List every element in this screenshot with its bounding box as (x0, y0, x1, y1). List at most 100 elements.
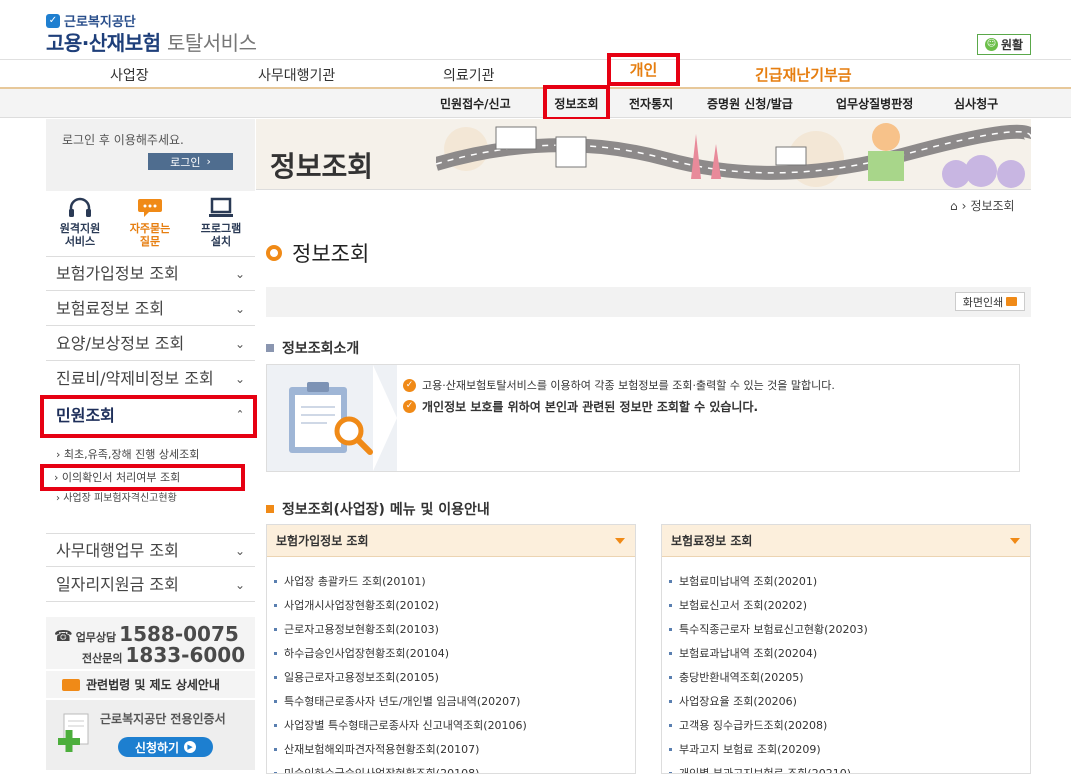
monitor-icon (209, 197, 233, 217)
page-banner: 정보조회 (256, 119, 1031, 190)
sidebar-menu-medical-compensation[interactable]: 요양/보상정보 조회 ⌄ (46, 327, 255, 361)
breadcrumb-separator: › (961, 198, 967, 213)
caret-down-icon (1010, 538, 1020, 544)
list-item-label: 특수형태근로종사자 년도/개인별 임금내역(20207) (284, 695, 521, 708)
list-item[interactable]: 개인별 부과고지보험료 조회(20210) (662, 761, 1030, 774)
dot-bullet-icon (274, 603, 277, 607)
certificate-icon (58, 713, 89, 752)
list-item[interactable]: 특수형태근로종사자 년도/개인별 임금내역(20207) (267, 689, 635, 713)
sidebar-menu-agency-work[interactable]: 사무대행업무 조회 ⌄ (46, 533, 255, 567)
quick-link-remote-support[interactable]: 원격지원 서비스 (50, 197, 110, 248)
sidebar-menu-label: 요양/보상정보 조회 (56, 334, 185, 353)
list-item[interactable]: 미승인하수급승인사업장현황조회(20108) (267, 761, 635, 773)
sidebar-menu-medical-fee[interactable]: 진료비/약제비정보 조회 ⌄ (46, 362, 255, 396)
list-item[interactable]: 사업개시사업장현황조회(20102) (267, 593, 635, 617)
gnb-item-personal[interactable]: 개인 (607, 53, 680, 86)
list-item-label: 부과고지 보험료 조회(20209) (679, 743, 821, 756)
sublink-label: 최초,유족,장해 진행 상세조회 (63, 448, 200, 461)
panel-header[interactable]: 보험가입정보 조회 (267, 525, 635, 557)
quick-link-program-install[interactable]: 프로그램 설치 (191, 197, 251, 248)
arrow-right-icon: › (206, 155, 211, 168)
list-item[interactable]: 하수급승인사업장현황조회(20104) (267, 641, 635, 665)
list-item[interactable]: 산재보험해외파견자적용현황조회(20107) (267, 737, 635, 761)
certificate-apply-label: 신청하기 (134, 740, 180, 755)
sidebar-menu-civil-inquiry[interactable]: 민원조회 ˆ (40, 395, 257, 438)
list-item-label: 충당반환내역조회(20205) (679, 671, 804, 684)
easy-view-button[interactable]: ☺ 원활 (977, 34, 1031, 55)
quick-link-label: 질문 (139, 235, 161, 248)
intro-illustration (267, 365, 397, 471)
sidebar-menu-label: 일자리지원금 조회 (56, 575, 179, 594)
contact-it: 전산문의 1833-6000 (82, 643, 245, 667)
dot-bullet-icon (669, 747, 672, 751)
clipboard-search-icon (289, 365, 397, 471)
list-item-label: 개인별 부과고지보험료 조회(20210) (679, 767, 852, 774)
sidebar-menu-premium[interactable]: 보험료정보 조회 ⌄ (46, 292, 255, 326)
subnav-item-civil-petition[interactable]: 민원접수/신고 (440, 95, 511, 112)
quick-link-label: 설치 (210, 235, 232, 248)
list-item[interactable]: 사업장 총괄카드 조회(20101) (267, 569, 635, 593)
subnav-item-info-inquiry[interactable]: 정보조회 (543, 85, 610, 121)
certificate-apply-button[interactable]: 신청하기 ▶ (118, 737, 213, 757)
banner-illustration (436, 123, 1031, 188)
login-prompt: 로그인 후 이용해주세요. (62, 133, 184, 147)
list-item[interactable]: 고객용 징수급카드조회(20208) (662, 713, 1030, 737)
panel-insurance-enrollment: 보험가입정보 조회 사업장 총괄카드 조회(20101) 사업개시사업장현황조회… (266, 524, 636, 774)
dot-bullet-icon (669, 699, 672, 703)
play-circle-icon: ▶ (184, 741, 197, 753)
menu-guide-heading-text: 정보조회(사업장) 메뉴 및 이용안내 (282, 502, 490, 518)
dot-bullet-icon (669, 723, 672, 727)
panel-premium: 보험료정보 조회 보험료미납내역 조회(20201) 보험료신고서 조회(202… (661, 524, 1031, 774)
sidebar-menu-job-subsidy[interactable]: 일자리지원금 조회 ⌄ (46, 568, 255, 602)
dot-bullet-icon (669, 603, 672, 607)
intro-bullet-text: 고용·산재보험토탈서비스를 이용하여 각종 보험정보를 조회·출력할 수 있는 … (422, 379, 835, 392)
sidebar-menu-label: 보험가입정보 조회 (56, 264, 179, 283)
sidebar-sublink-workplace-insured[interactable]: › 사업장 피보험자격신고현황 (56, 489, 177, 504)
list-item[interactable]: 일용근로자고용정보조회(20105) (267, 665, 635, 689)
list-item-label: 보험료과납내역 조회(20204) (679, 647, 818, 660)
list-item-label: 보험료미납내역 조회(20201) (679, 575, 818, 588)
gnb-item-agency[interactable]: 사무대행기관 (258, 65, 335, 85)
gnb-item-medical[interactable]: 의료기관 (443, 65, 495, 85)
law-guide-label: 관련법령 및 제도 상세안내 (86, 678, 220, 692)
chevron-down-icon: ⌄ (234, 578, 245, 592)
login-button-label: 로그인 (170, 155, 201, 169)
list-item[interactable]: 보험료신고서 조회(20202) (662, 593, 1030, 617)
home-icon[interactable]: ⌂ (950, 199, 958, 213)
subnav-item-disease-judgment[interactable]: 업무상질병판정 (836, 95, 913, 112)
list-item-label: 하수급승인사업장현황조회(20104) (284, 647, 450, 660)
sidebar-sublink-objection-status[interactable]: › 이의확인서 처리여부 조회 (40, 464, 245, 491)
check-circle-icon: ✓ (403, 400, 416, 413)
sidebar-menu-label: 사무대행업무 조회 (56, 541, 179, 560)
dot-bullet-icon (274, 747, 277, 751)
sidebar-menu-label: 민원조회 (56, 406, 115, 425)
chevron-down-icon: ⌄ (234, 544, 245, 558)
chevron-down-icon: ⌄ (234, 267, 245, 281)
caret-down-icon (615, 538, 625, 544)
login-button[interactable]: 로그인 › (148, 153, 233, 170)
quick-links: 원격지원 서비스 자주묻는 질문 프로그램 설치 (46, 191, 255, 257)
sidebar-menu-label: 진료비/약제비정보 조회 (56, 369, 214, 388)
dot-bullet-icon (669, 627, 672, 631)
list-item[interactable]: 부과고지 보험료 조회(20209) (662, 737, 1030, 761)
list-item[interactable]: 사업장별 특수형태근로종사자 신고내역조회(20106) (267, 713, 635, 737)
law-guide-link[interactable]: 관련법령 및 제도 상세안내 (46, 671, 255, 698)
print-button[interactable]: 화면인쇄 (955, 292, 1025, 311)
sidebar-menu-insurance-enrollment[interactable]: 보험가입정보 조회 ⌄ (46, 257, 255, 291)
subnav-item-e-notice[interactable]: 전자통지 (629, 95, 673, 112)
list-item[interactable]: 특수직종근로자 보험료신고현황(20203) (662, 617, 1030, 641)
list-item[interactable]: 사업장요율 조회(20206) (662, 689, 1030, 713)
quick-link-faq[interactable]: 자주묻는 질문 (120, 197, 180, 248)
list-item[interactable]: 보험료과납내역 조회(20204) (662, 641, 1030, 665)
gnb-item-workplace[interactable]: 사업장 (110, 65, 149, 85)
headset-icon (69, 197, 91, 217)
panel-header[interactable]: 보험료정보 조회 (662, 525, 1030, 557)
sidebar-sublink-progress-detail[interactable]: › 최초,유족,장해 진행 상세조회 (56, 446, 199, 462)
list-item[interactable]: 근로자고용정보현황조회(20103) (267, 617, 635, 641)
subnav-item-review-request[interactable]: 심사청구 (954, 95, 998, 112)
subnav-item-certificate[interactable]: 증명원 신청/발급 (707, 95, 793, 112)
service-title[interactable]: 고용·산재보험 토탈서비스 (46, 27, 257, 56)
list-item[interactable]: 충당반환내역조회(20205) (662, 665, 1030, 689)
list-item[interactable]: 보험료미납내역 조회(20201) (662, 569, 1030, 593)
gnb-item-emergency-fund[interactable]: 긴급재난기부금 (755, 64, 852, 85)
